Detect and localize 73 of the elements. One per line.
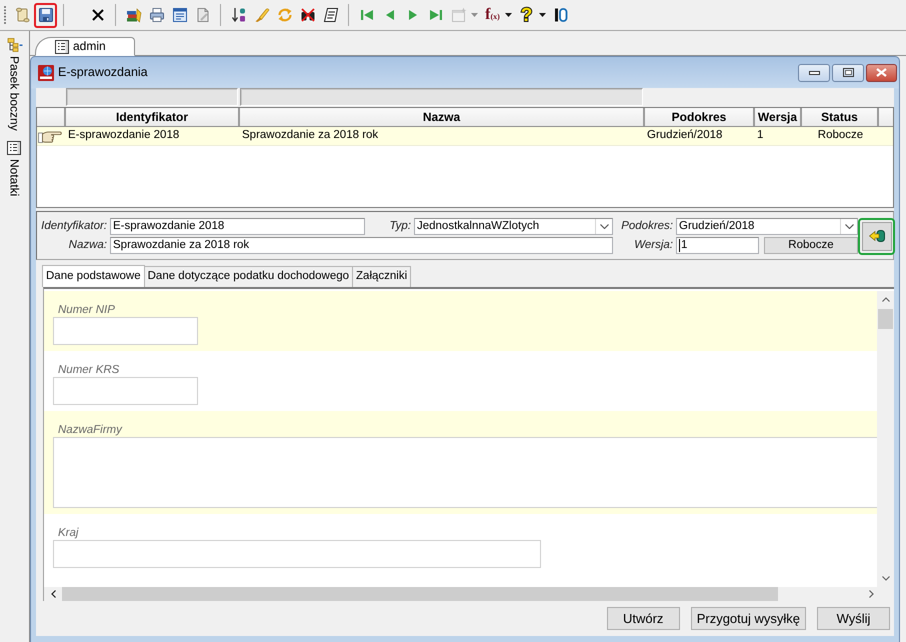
text-field[interactable] bbox=[53, 377, 198, 405]
arrow-cylinder-icon bbox=[868, 229, 884, 243]
caret-down-icon[interactable] bbox=[539, 13, 546, 17]
filter-field[interactable] bbox=[66, 88, 238, 106]
table-cell-text: 1 bbox=[756, 129, 764, 143]
dialog-button[interactable]: Przygotuj wysyłkę bbox=[690, 607, 806, 630]
sort-icon[interactable] bbox=[230, 7, 246, 23]
notes-icon[interactable] bbox=[322, 7, 338, 23]
scrollbar-thumb[interactable] bbox=[62, 587, 778, 601]
first-record-icon[interactable] bbox=[358, 7, 374, 23]
table-row[interactable]: E-sprawozdanie 2018 Sprawozdanie za 2018 rok Grudzień/2018 1 Robocze bbox=[37, 127, 893, 146]
binoculars-icon[interactable] bbox=[300, 7, 316, 23]
dropdown-field[interactable]: Grudzień/2018 bbox=[676, 218, 858, 235]
document-tab[interactable]: admin bbox=[35, 37, 135, 56]
chevron-up-icon[interactable] bbox=[882, 297, 890, 302]
close-icon bbox=[876, 68, 887, 77]
field-label: Kraj bbox=[58, 527, 78, 540]
text-field[interactable]: Sprawozdanie za 2018 rok bbox=[110, 237, 613, 254]
minimize-icon bbox=[808, 70, 820, 74]
tab[interactable]: Załączniki bbox=[352, 266, 412, 287]
last-record-icon[interactable] bbox=[428, 7, 444, 23]
filter-field[interactable] bbox=[240, 88, 643, 106]
form-icon[interactable] bbox=[172, 7, 188, 23]
text-field[interactable] bbox=[53, 317, 198, 345]
list-icon bbox=[7, 140, 22, 155]
app-logo-icon bbox=[38, 64, 54, 80]
table-cell-text: Robocze bbox=[816, 129, 864, 143]
minimize-button[interactable] bbox=[798, 64, 830, 82]
field-label: Wersja: bbox=[634, 238, 674, 252]
document-icon[interactable] bbox=[194, 7, 210, 23]
field-label: Numer NIP bbox=[58, 304, 115, 317]
table-cell-text: Grudzień/2018 bbox=[646, 129, 724, 143]
field-label: Typ: bbox=[389, 220, 412, 234]
vertical-scrollbar[interactable] bbox=[877, 291, 894, 587]
chevron-right-icon[interactable] bbox=[868, 590, 874, 598]
status-button[interactable]: Robocze bbox=[764, 237, 858, 254]
field-label: Podokres: bbox=[621, 220, 674, 234]
text-field[interactable]: E-sprawozdanie 2018 bbox=[110, 218, 365, 235]
table-cell-text: Sprawozdanie za 2018 rok bbox=[241, 129, 380, 143]
scrollbar-thumb[interactable] bbox=[878, 309, 893, 329]
window-title: E-sprawozdania bbox=[58, 65, 148, 80]
field-label: NazwaFirmy bbox=[58, 424, 122, 437]
scroll-icon[interactable] bbox=[14, 7, 30, 23]
field-label: Numer KRS bbox=[58, 364, 120, 377]
maximize-icon bbox=[842, 68, 854, 77]
columns-icon[interactable] bbox=[552, 7, 568, 23]
sidebar-item[interactable]: Pasek boczny bbox=[6, 38, 22, 131]
tab[interactable]: Dane podstawowe bbox=[42, 265, 145, 287]
chevron-left-icon[interactable] bbox=[50, 590, 56, 598]
print-icon[interactable] bbox=[148, 7, 164, 23]
save-icon[interactable] bbox=[38, 7, 54, 23]
sidebar-item[interactable]: Notatki bbox=[7, 140, 22, 196]
horizontal-scrollbar[interactable] bbox=[44, 587, 894, 601]
caret-down-icon[interactable] bbox=[505, 13, 512, 17]
chevron-down-icon[interactable] bbox=[844, 224, 854, 229]
books-icon[interactable] bbox=[126, 7, 142, 23]
dialog-button[interactable]: Wyślij bbox=[817, 607, 890, 630]
dialog-button[interactable]: Utwórz bbox=[606, 607, 680, 630]
close-button[interactable] bbox=[866, 64, 897, 82]
maximize-button[interactable] bbox=[832, 64, 864, 82]
field-label: Identyfikator: bbox=[41, 220, 108, 234]
grip-icon[interactable] bbox=[3, 5, 7, 25]
text-field[interactable]: 1 bbox=[676, 237, 759, 254]
field-label: Nazwa: bbox=[68, 238, 108, 252]
cross-icon[interactable] bbox=[90, 7, 106, 23]
dropdown-field[interactable]: JednostkalnnaWZlotych bbox=[414, 218, 613, 235]
table-cell-text: E-sprawozdanie 2018 bbox=[67, 129, 180, 143]
chevron-down-icon[interactable] bbox=[882, 576, 890, 581]
text-field[interactable] bbox=[53, 540, 541, 568]
marker-icon[interactable] bbox=[254, 7, 270, 23]
list-icon bbox=[55, 40, 69, 54]
chevron-down-icon[interactable] bbox=[600, 224, 608, 229]
tree-icon bbox=[6, 38, 22, 52]
